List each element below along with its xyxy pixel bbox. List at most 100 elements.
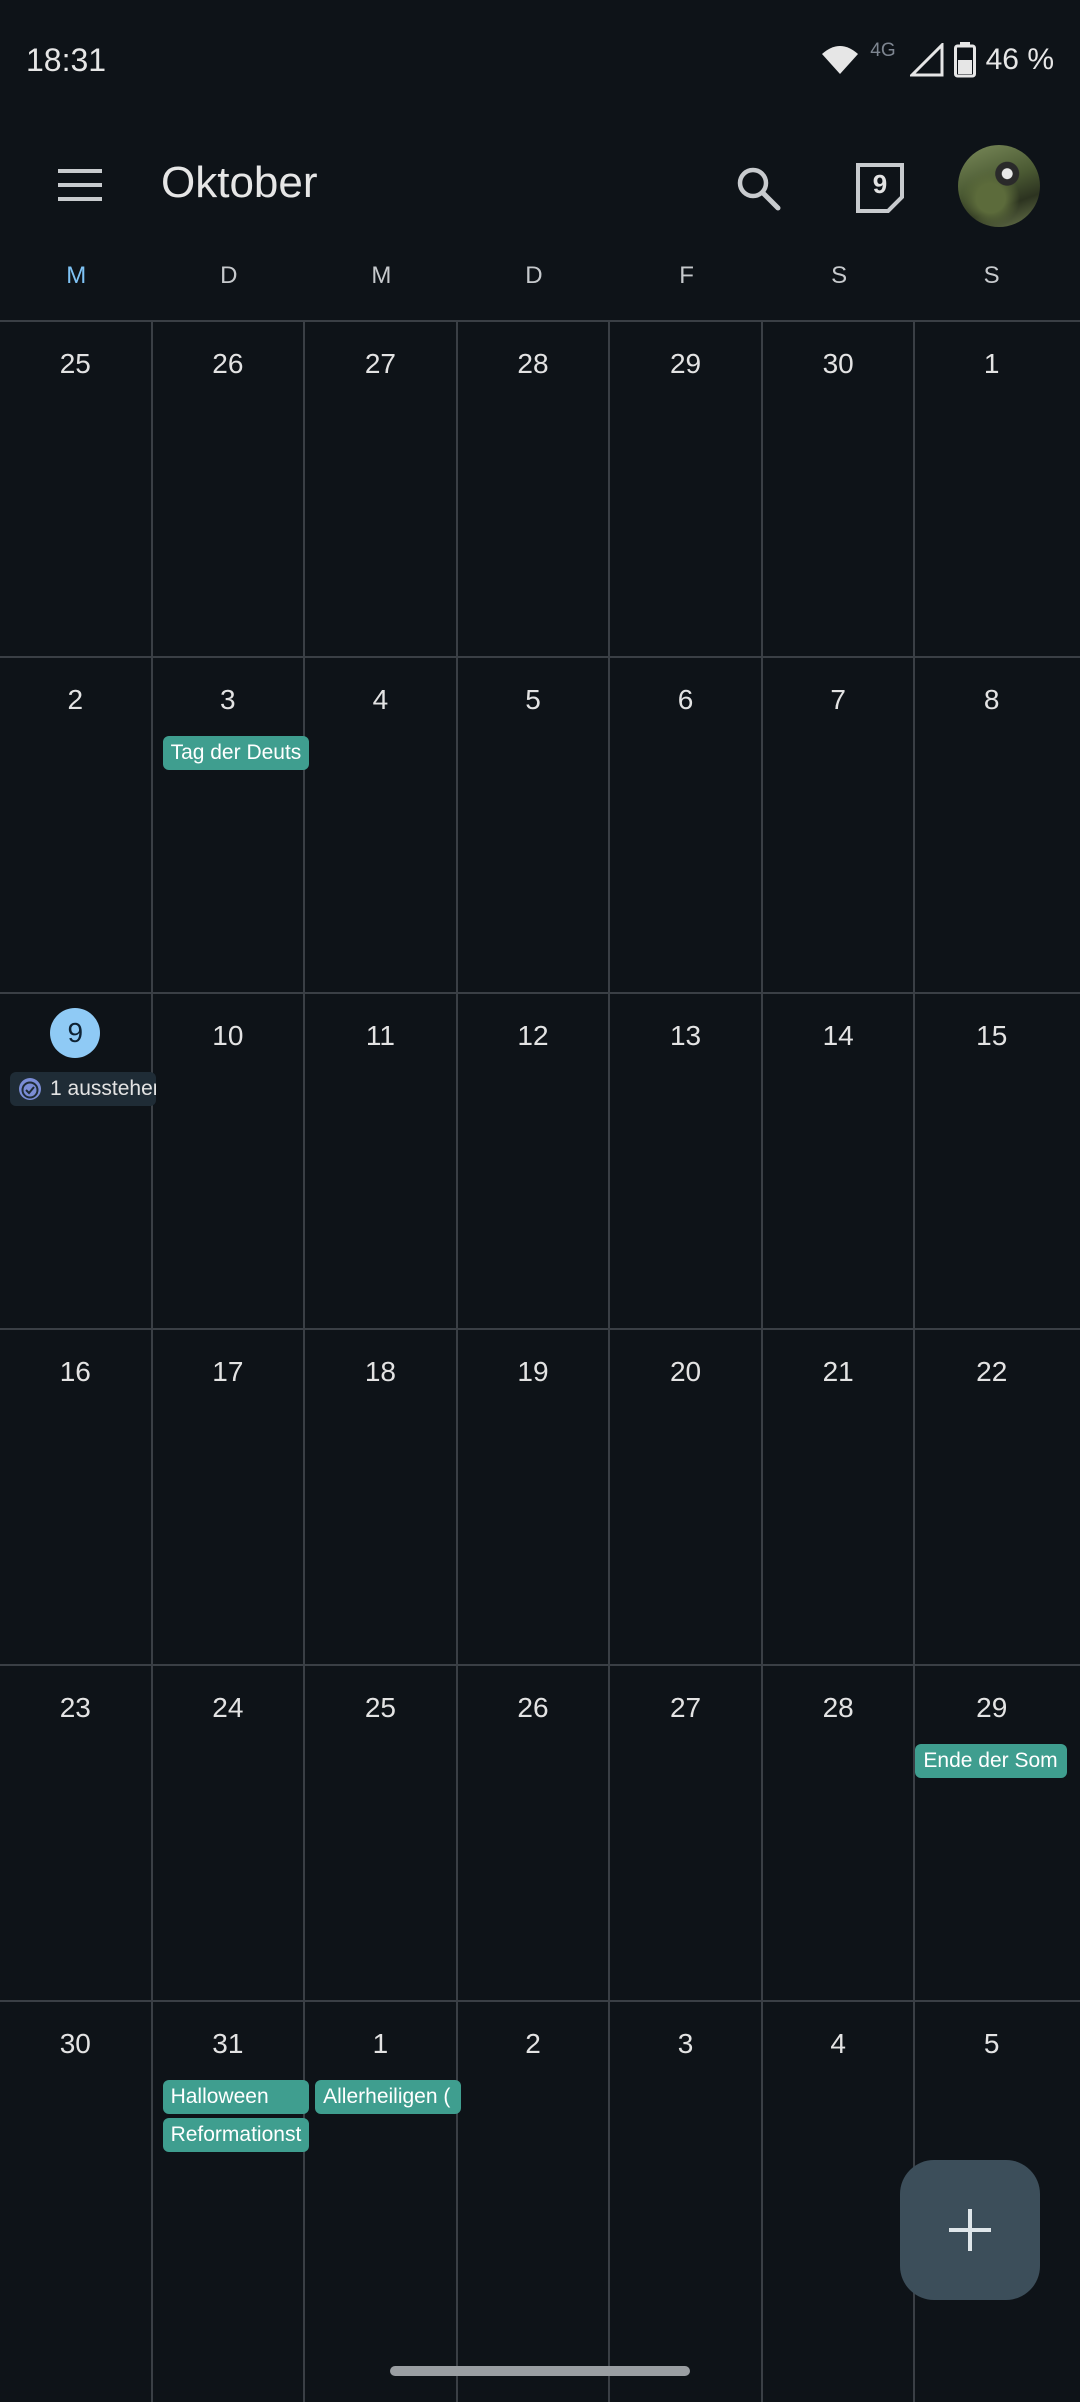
week-row: 9 1 ausstehen 10 11 12 13 14 15 bbox=[0, 994, 1080, 1330]
day-cell[interactable]: 2 bbox=[0, 658, 153, 994]
day-cell[interactable]: 30 bbox=[0, 2002, 153, 2402]
day-cell[interactable]: 27 bbox=[305, 322, 458, 658]
weekday-thursday: D bbox=[525, 262, 543, 289]
event-chip-ende-der-sommerzeit[interactable]: Ende der Som bbox=[915, 1744, 1068, 1778]
day-cell[interactable]: 3 Tag der Deuts bbox=[153, 658, 309, 994]
day-cell[interactable]: 25 bbox=[0, 322, 153, 658]
day-cell[interactable]: 12 bbox=[458, 994, 611, 1330]
day-cell[interactable]: 26 bbox=[458, 1666, 611, 2002]
weekday-saturday: S bbox=[831, 262, 848, 289]
day-cell[interactable]: 26 bbox=[153, 322, 306, 658]
week-row: 23 24 25 26 27 28 29 Ende der Som bbox=[0, 1666, 1080, 2002]
day-number: 26 bbox=[517, 1692, 549, 1723]
day-number: 3 bbox=[677, 2028, 694, 2059]
status-time: 18:31 bbox=[26, 41, 107, 78]
day-number: 21 bbox=[822, 1356, 854, 1387]
wifi-icon bbox=[822, 46, 859, 74]
month-title[interactable]: Oktober bbox=[161, 158, 318, 208]
day-number: 23 bbox=[59, 1692, 91, 1723]
day-cell[interactable]: 2 bbox=[458, 2002, 611, 2402]
event-chip-reformationstag[interactable]: Reformationst bbox=[162, 2118, 309, 2152]
day-cell[interactable]: 25 bbox=[305, 1666, 458, 2002]
day-cell[interactable]: 17 bbox=[153, 1330, 306, 1666]
signal-icon bbox=[909, 43, 944, 77]
weekday-wednesday: M bbox=[371, 262, 392, 289]
day-cell[interactable]: 8 bbox=[915, 658, 1068, 994]
day-cell[interactable]: 1 Allerheiligen ( bbox=[305, 2002, 462, 2402]
day-number: 6 bbox=[677, 684, 694, 715]
pending-task-chip[interactable]: 1 ausstehen bbox=[10, 1072, 156, 1106]
day-cell[interactable]: 28 bbox=[458, 322, 611, 658]
day-cell[interactable]: 24 bbox=[153, 1666, 306, 2002]
day-cell[interactable]: 13 bbox=[610, 994, 763, 1330]
weekday-header: M D M D F S S bbox=[0, 262, 1080, 302]
day-cell[interactable]: 6 bbox=[610, 658, 763, 994]
day-number: 28 bbox=[517, 348, 549, 379]
menu-icon bbox=[58, 169, 102, 201]
day-cell[interactable]: 3 bbox=[610, 2002, 763, 2402]
day-cell[interactable]: 14 bbox=[763, 994, 916, 1330]
day-number: 29 bbox=[976, 1692, 1008, 1723]
day-number: 28 bbox=[822, 1692, 854, 1723]
day-cell[interactable]: 30 bbox=[763, 322, 916, 658]
menu-button[interactable] bbox=[40, 152, 120, 218]
day-cell[interactable]: 16 bbox=[0, 1330, 153, 1666]
task-check-icon bbox=[19, 1078, 41, 1100]
day-number: 13 bbox=[669, 1020, 702, 1051]
day-cell[interactable]: 10 bbox=[153, 994, 306, 1330]
day-cell[interactable]: 28 bbox=[763, 1666, 916, 2002]
day-number: 4 bbox=[830, 2028, 846, 2059]
day-cell[interactable]: 23 bbox=[0, 1666, 153, 2002]
day-number: 17 bbox=[212, 1356, 244, 1387]
event-chip-halloween[interactable]: Halloween bbox=[162, 2080, 309, 2114]
today-button[interactable]: 9 bbox=[840, 148, 920, 228]
day-number: 12 bbox=[517, 1020, 549, 1051]
day-cell[interactable]: 5 bbox=[458, 658, 611, 994]
day-cell[interactable]: 27 bbox=[610, 1666, 763, 2002]
day-number: 7 bbox=[830, 684, 846, 715]
day-number: 20 bbox=[669, 1356, 702, 1387]
day-number: 1 bbox=[372, 2028, 389, 2059]
day-cell[interactable]: 11 bbox=[305, 994, 458, 1330]
plus-icon bbox=[949, 2209, 991, 2251]
day-number: 22 bbox=[976, 1356, 1008, 1387]
day-cell[interactable]: 20 bbox=[610, 1330, 763, 1666]
day-cell[interactable]: 31 Halloween Reformationst bbox=[153, 2002, 309, 2402]
day-number: 25 bbox=[59, 348, 91, 379]
day-number: 29 bbox=[669, 348, 702, 379]
day-number: 11 bbox=[365, 1020, 395, 1051]
day-cell[interactable]: 29 Ende der Som bbox=[915, 1666, 1068, 2002]
week-row: 16 17 18 19 20 21 22 bbox=[0, 1330, 1080, 1666]
avatar[interactable] bbox=[958, 145, 1040, 227]
status-bar: 18:31 4G 46 % bbox=[0, 0, 1080, 120]
day-cell[interactable]: 19 bbox=[458, 1330, 611, 1666]
day-cell[interactable]: 21 bbox=[763, 1330, 916, 1666]
day-cell[interactable]: 1 bbox=[915, 322, 1068, 658]
day-number: 2 bbox=[525, 2028, 541, 2059]
day-number: 27 bbox=[364, 348, 396, 379]
search-button[interactable] bbox=[718, 148, 798, 228]
day-cell-today[interactable]: 9 1 ausstehen bbox=[0, 994, 156, 1330]
day-number: 15 bbox=[976, 1020, 1008, 1051]
day-number: 8 bbox=[983, 684, 1000, 715]
day-number: 27 bbox=[669, 1692, 702, 1723]
day-cell[interactable]: 4 bbox=[305, 658, 458, 994]
event-chip-tag-der-deutschen-einheit[interactable]: Tag der Deuts bbox=[162, 736, 309, 770]
create-event-fab[interactable] bbox=[900, 2160, 1040, 2300]
day-cell[interactable]: 22 bbox=[915, 1330, 1068, 1666]
day-number: 31 bbox=[212, 2028, 244, 2059]
day-cell[interactable]: 29 bbox=[610, 322, 763, 658]
day-cell[interactable]: 18 bbox=[305, 1330, 458, 1666]
event-chip-allerheiligen[interactable]: Allerheiligen ( bbox=[315, 2080, 462, 2114]
home-indicator[interactable] bbox=[390, 2366, 690, 2376]
weekday-monday: M bbox=[66, 262, 87, 289]
day-number: 5 bbox=[983, 2028, 1000, 2059]
day-number: 5 bbox=[525, 684, 541, 715]
day-cell[interactable]: 15 bbox=[915, 994, 1068, 1330]
day-number: 19 bbox=[517, 1356, 549, 1387]
day-number: 10 bbox=[212, 1020, 244, 1051]
day-number: 30 bbox=[59, 2028, 91, 2059]
day-number: 18 bbox=[364, 1356, 396, 1387]
day-cell[interactable]: 7 bbox=[763, 658, 916, 994]
day-cell[interactable]: 4 bbox=[763, 2002, 916, 2402]
